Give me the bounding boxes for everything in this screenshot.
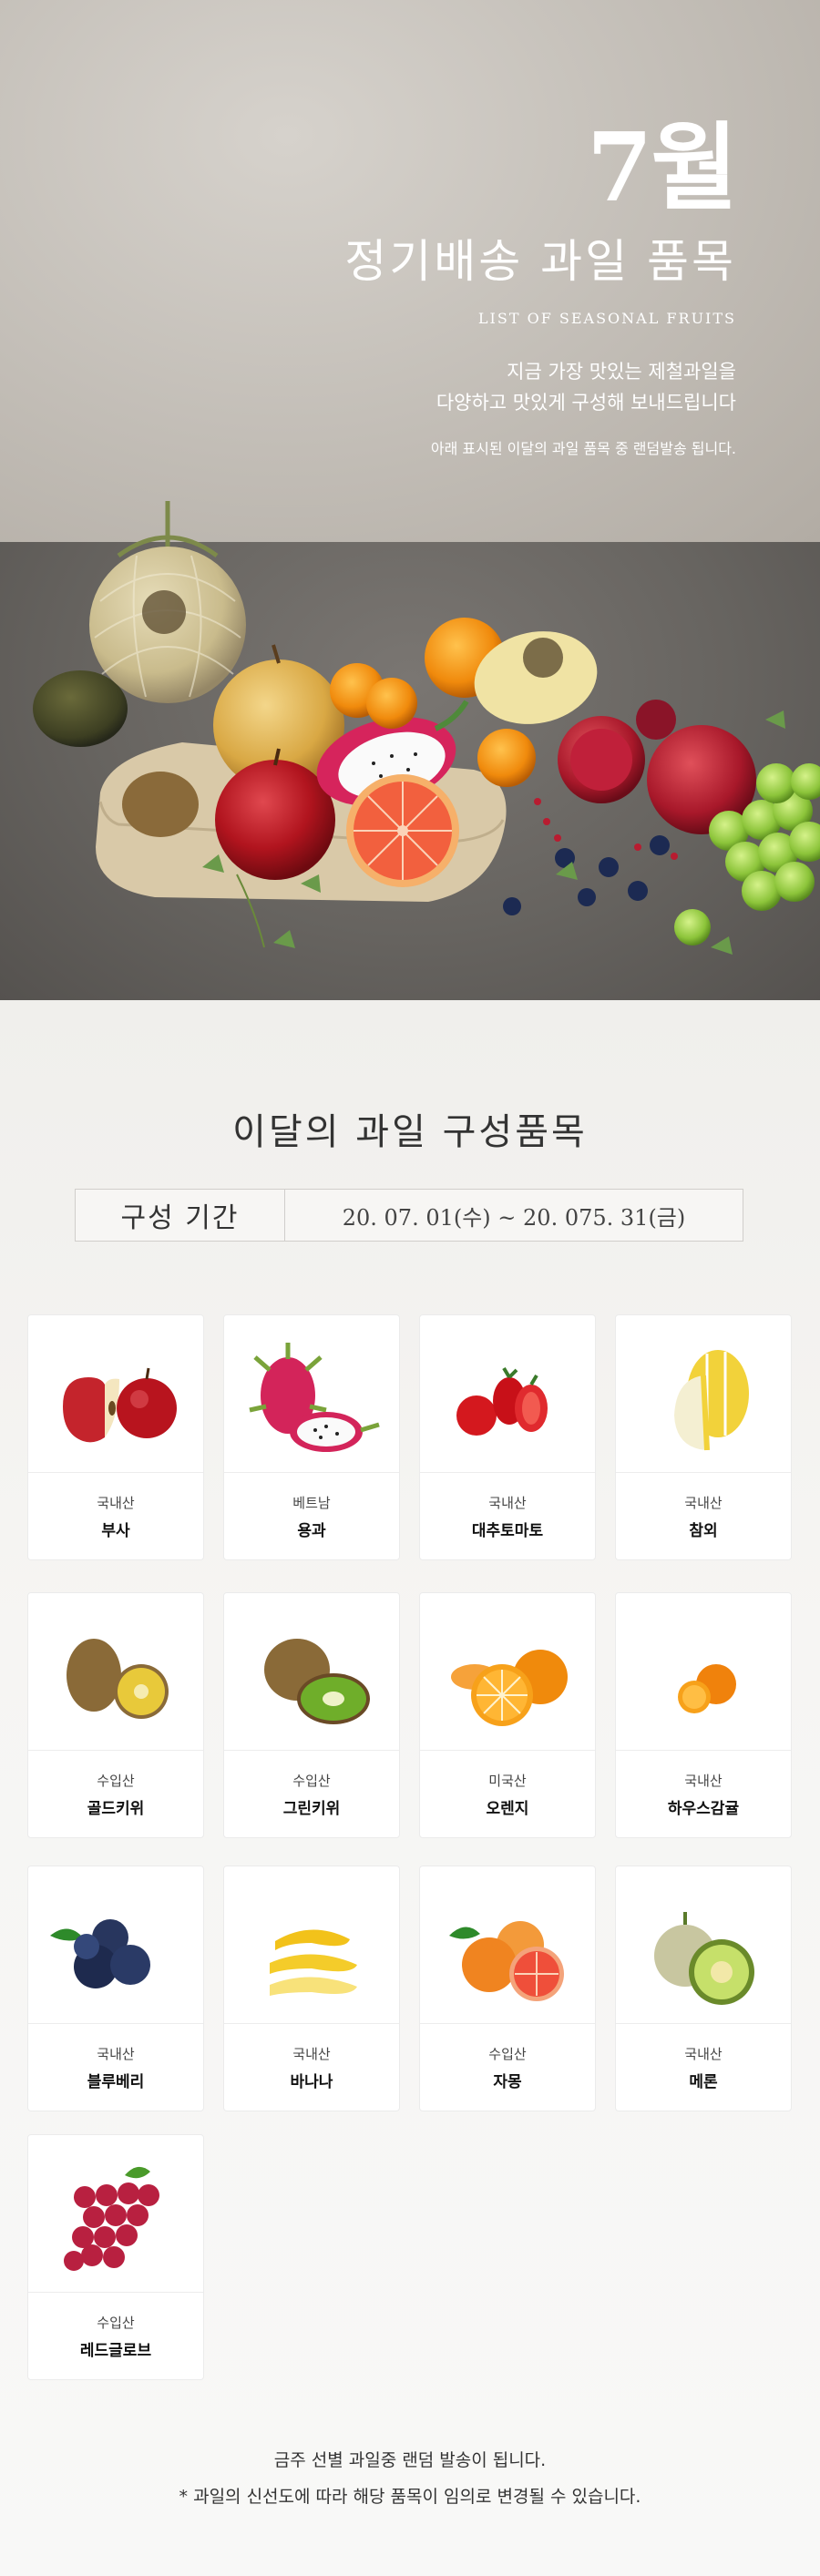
fruit-card-melon: 국내산 메론 (615, 1866, 792, 2111)
fruit-name: 용과 (297, 1522, 326, 1540)
fruit-name: 그린키위 (282, 1800, 341, 1818)
fruit-card-blueberry: 국내산 블루베리 (27, 1866, 204, 2111)
card-divider (28, 2023, 203, 2024)
hero-copy: 지금 가장 맛있는 제철과일을 다양하고 맛있게 구성해 보내드립니다 (344, 356, 736, 418)
hero-text-block: 7월 정기배송 과일 품목 LIST OF SEASONAL FRUITS 지금… (344, 111, 738, 458)
hero-banner: 7월 정기배송 과일 품목 LIST OF SEASONAL FRUITS 지금… (0, 0, 820, 1000)
fruit-origin: 베트남 (292, 1495, 331, 1511)
apple-icon (63, 1367, 177, 1443)
fruit-card-red-globe-grape: 수입산 레드글로브 (27, 2134, 204, 2380)
fruit-name: 레드글로브 (79, 2342, 152, 2360)
fruit-card-grapefruit: 수입산 자몽 (419, 1866, 596, 2111)
fruit-name: 참외 (689, 1522, 718, 1540)
fruit-name: 대추토마토 (471, 1522, 544, 1540)
fruit-name: 골드키위 (87, 1800, 145, 1818)
melon-icon (654, 1912, 754, 2005)
fruit-card-orange: 미국산 오렌지 (419, 1592, 596, 1838)
fruit-origin: 국내산 (684, 1773, 723, 1789)
footer-note-line-2: * 과일의 신선도에 따라 해당 품목이 임의로 변경될 수 있습니다. (179, 2487, 641, 2507)
fruit-card-house-tangerine: 국내산 하우스감귤 (615, 1592, 792, 1838)
hero-subtitle-en: LIST OF SEASONAL FRUITS (477, 310, 736, 327)
fruit-card-banana: 국내산 바나나 (223, 1866, 400, 2111)
fruit-card-cherry-tomato: 국내산 대추토마토 (419, 1314, 596, 1560)
footer-notes: 금주 선별 과일중 랜덤 발송이 됩니다. * 과일의 신선도에 따라 해당 품… (0, 2442, 820, 2515)
card-divider (28, 2292, 203, 2293)
fruit-name: 블루베리 (87, 2073, 145, 2091)
grapefruit-icon (449, 1921, 564, 2001)
fruit-origin: 수입산 (97, 1773, 135, 1789)
tangerine-icon (678, 1664, 736, 1713)
gold-kiwi-icon (67, 1639, 169, 1719)
card-divider (224, 2023, 399, 2024)
card-divider (224, 1472, 399, 1473)
card-divider (616, 1472, 791, 1473)
hero-note: 아래 표시된 이달의 과일 품목 중 랜덤발송 됩니다. (430, 440, 736, 457)
fruit-name: 바나나 (290, 2073, 333, 2091)
fruit-name: 메론 (689, 2073, 718, 2091)
cherry-tomato-icon (456, 1366, 548, 1436)
card-divider (28, 1750, 203, 1751)
period-box: 구성 기간 20. 07. 01(수) ~ 20. 075. 31(금) (75, 1189, 743, 1242)
fruit-origin: 국내산 (684, 1495, 723, 1511)
banana-icon (270, 1929, 357, 1996)
card-divider (28, 1472, 203, 1473)
card-divider (420, 1472, 595, 1473)
fruit-origin: 국내산 (97, 1495, 135, 1511)
fruit-origin: 국내산 (97, 2046, 135, 2062)
fruit-origin: 국내산 (488, 1495, 527, 1511)
card-divider (616, 2023, 791, 2024)
fruit-origin: 수입산 (488, 2046, 527, 2062)
korean-melon-icon (674, 1350, 749, 1451)
hero-copy-line-2: 다양하고 맛있게 구성해 보내드립니다 (436, 392, 736, 414)
hero-title: 정기배송 과일 품목 (344, 235, 736, 288)
card-divider (420, 1750, 595, 1751)
card-divider (616, 1750, 791, 1751)
footer-note-line-1: 금주 선별 과일중 랜덤 발송이 됩니다. (273, 2450, 547, 2470)
hero-month: 7월 (586, 111, 738, 223)
red-globe-grape-icon (64, 2166, 159, 2271)
card-divider (420, 2023, 595, 2024)
fruit-card-gold-kiwi: 수입산 골드키위 (27, 1592, 204, 1838)
fruit-list-section: 이달의 과일 구성품목 구성 기간 20. 07. 01(수) ~ 20. 07… (0, 1000, 820, 2576)
fruit-name: 자몽 (493, 2073, 522, 2091)
dragonfruit-icon (249, 1343, 380, 1452)
section-title: 이달의 과일 구성품목 (232, 1111, 588, 1153)
fruit-card-korean-melon: 국내산 참외 (615, 1314, 792, 1560)
fruit-name: 하우스감귤 (667, 1800, 740, 1818)
green-kiwi-icon (264, 1639, 370, 1724)
period-value: 20. 07. 01(수) ~ 20. 075. 31(금) (342, 1204, 686, 1231)
blueberry-icon (50, 1919, 150, 1988)
fruit-name: 부사 (101, 1522, 130, 1540)
fruit-card-dragonfruit: 베트남 용과 (223, 1314, 400, 1560)
fruit-origin: 국내산 (684, 2046, 723, 2062)
fruit-origin: 국내산 (292, 2046, 331, 2062)
fruit-origin: 수입산 (97, 2315, 135, 2331)
card-divider (224, 1750, 399, 1751)
orange-icon (451, 1650, 568, 1726)
fruit-card-fuji-apple: 국내산 부사 (27, 1314, 204, 1560)
period-label: 구성 기간 (76, 1190, 285, 1241)
fruit-card-green-kiwi: 수입산 그린키위 (223, 1592, 400, 1838)
fruit-origin: 미국산 (488, 1773, 527, 1789)
fruit-name: 오렌지 (486, 1800, 529, 1818)
hero-copy-line-1: 지금 가장 맛있는 제철과일을 (507, 361, 736, 383)
fruit-origin: 수입산 (292, 1773, 331, 1789)
